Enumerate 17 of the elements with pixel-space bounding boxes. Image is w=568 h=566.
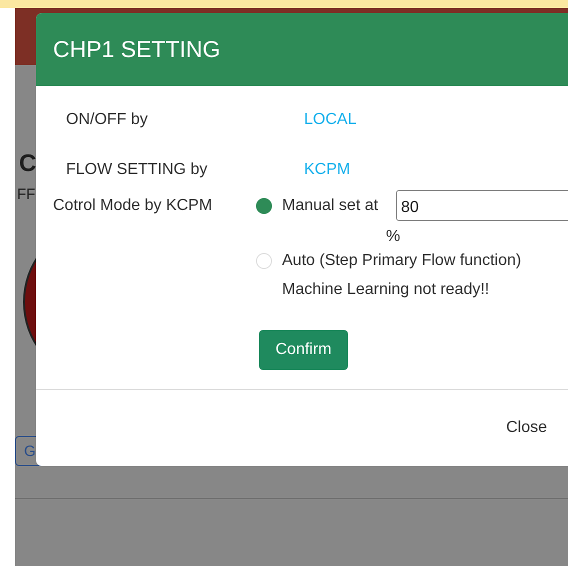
option-label: Auto (Step Primary Flow function) [282, 252, 522, 270]
option-label: Manual set at [282, 196, 380, 214]
dialog-title: CHP1 SETTING [53, 36, 220, 63]
status-note: Machine Learning not ready!! [281, 280, 490, 300]
setting-value: KCPM [304, 161, 350, 179]
unit-label: % [385, 227, 402, 247]
confirm-button[interactable]: Confirm [259, 330, 348, 370]
radio-button[interactable] [256, 198, 272, 214]
page-heading: C [19, 150, 36, 178]
setting-label: FLOW SETTING by [65, 161, 208, 179]
radio-button[interactable] [256, 253, 272, 269]
close-button[interactable]: Close [506, 419, 547, 437]
percent-input[interactable]: 80 [396, 190, 568, 221]
setting-label: ON/OFF by [65, 111, 149, 129]
setting-value: LOCAL [304, 111, 356, 129]
status-label: FF [17, 186, 36, 203]
mode-label: Cotrol Mode by KCPM [53, 196, 214, 216]
